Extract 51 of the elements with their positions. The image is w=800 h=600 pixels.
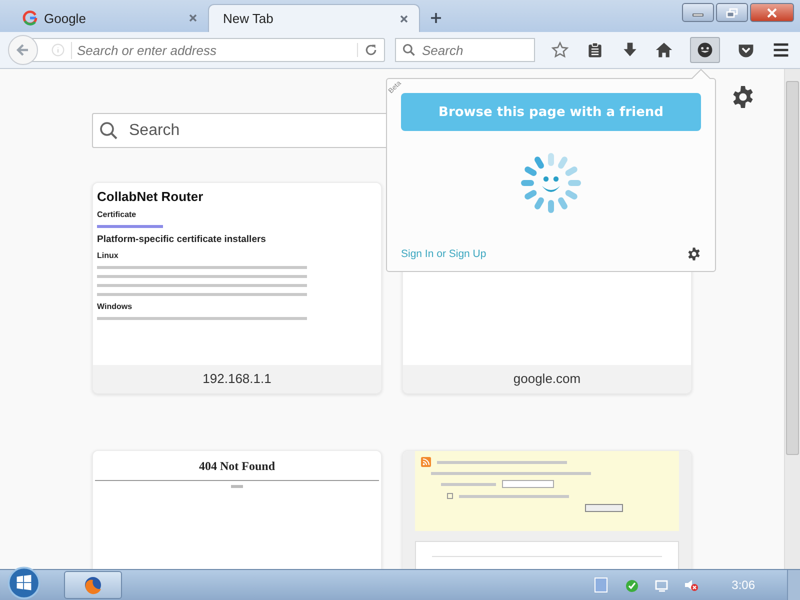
new-tab-icon[interactable] [430,12,442,24]
rss-icon [421,457,431,467]
tile-label: 192.168.1.1 [93,365,381,393]
settings-icon[interactable] [731,85,755,109]
back-button[interactable] [8,35,38,65]
address-input[interactable]: Search or enter address [71,42,357,58]
dropdown-field [502,480,554,488]
site-tile[interactable]: CollabNet Router Certificate Platform-specific certificate installers Linux Windows 192.168.1.1 [92,182,382,394]
close-icon[interactable] [188,13,198,23]
search-icon [99,120,119,140]
restore-button[interactable] [716,3,748,22]
taskbar-app-button[interactable] [64,571,122,599]
clock: 3:06 [732,578,755,592]
blurred-text-line [441,482,496,486]
home-icon[interactable] [655,41,674,59]
search-field[interactable]: Search [395,38,535,62]
back-arrow-icon [15,42,31,58]
g-logo-icon [22,10,38,26]
start-button[interactable] [6,565,42,600]
muted-speaker-icon[interactable] [682,577,699,593]
thumbnail-heading: Certificate [97,210,138,219]
thumbnail-heading: Linux [97,251,120,260]
scrollbar[interactable] [784,69,800,569]
thumbnail-heading: Platform-specific certificate installers [97,234,267,245]
restore-icon [726,8,738,18]
smiley-icon [696,41,714,59]
smiley-button[interactable] [690,37,720,63]
close-icon[interactable] [399,14,409,24]
menu-icon[interactable] [772,41,790,59]
minimize-button[interactable] [682,3,714,22]
tab-title: Google [44,10,87,26]
thumbnail-title: 404 Not Found [198,459,275,474]
thumbnail-title: CollabNet Router [97,189,204,204]
browser-tab[interactable]: New Tab [208,4,420,32]
fox-globe-icon [83,575,103,595]
search-input[interactable]: Search [422,42,534,58]
settings-icon[interactable] [687,247,701,261]
close-window-button[interactable] [750,3,794,22]
browser-tab[interactable]: Google [8,4,208,32]
close-icon [767,8,777,18]
tab-title: New Tab [223,11,274,26]
search-input[interactable]: Search [127,120,394,140]
address-bar[interactable]: Search or enter address [30,38,385,62]
blurred-link-line [97,225,163,228]
star-icon[interactable] [551,41,569,59]
search-icon [402,43,416,57]
thumbnail-heading: Windows [97,302,134,311]
reload-icon[interactable] [357,43,378,57]
clipboard-icon[interactable] [586,41,604,59]
tile-label: google.com [403,365,691,393]
site-tile[interactable]: 404 Not Found [92,450,382,569]
